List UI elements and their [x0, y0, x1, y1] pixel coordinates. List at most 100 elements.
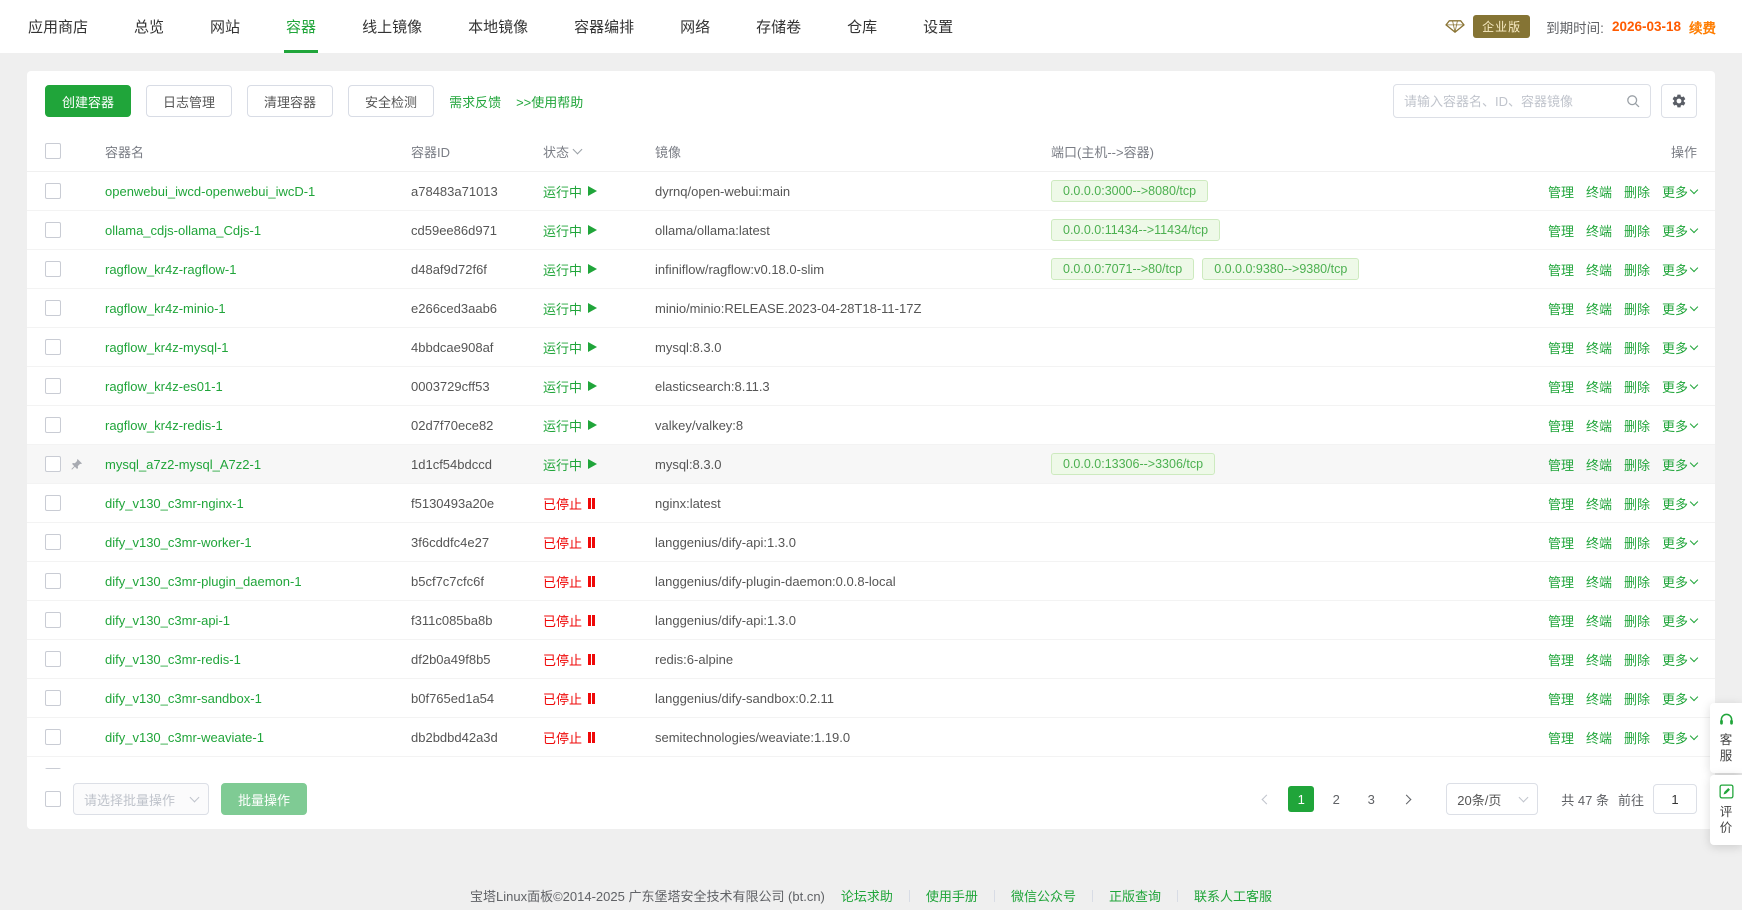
terminal-link[interactable]: 终端	[1586, 416, 1612, 435]
prev-page-button[interactable]	[1253, 786, 1279, 812]
manage-link[interactable]: 管理	[1548, 572, 1574, 591]
search-icon[interactable]	[1616, 85, 1650, 117]
footer-link[interactable]: 正版查询	[1109, 886, 1161, 905]
play-icon[interactable]	[588, 459, 597, 469]
nav-item[interactable]: 线上镜像	[360, 0, 424, 53]
create-container-button[interactable]: 创建容器	[45, 85, 131, 117]
manage-link[interactable]: 管理	[1548, 377, 1574, 396]
table-settings-button[interactable]	[1661, 84, 1697, 118]
page-button[interactable]: 3	[1358, 786, 1384, 812]
delete-link[interactable]: 删除	[1624, 338, 1650, 357]
batch-select-all-checkbox[interactable]	[45, 791, 61, 807]
pause-icon[interactable]	[588, 498, 595, 509]
batch-operation-select[interactable]: 请选择批量操作	[73, 783, 209, 815]
nav-item[interactable]: 容器编排	[572, 0, 636, 53]
page-size-select[interactable]: 20条/页	[1446, 783, 1538, 815]
container-name-link[interactable]: dify_v130_c3mr-sandbox-1	[105, 691, 411, 706]
container-name-link[interactable]: dify_v130_c3mr-api-1	[105, 613, 411, 628]
delete-link[interactable]: 删除	[1624, 221, 1650, 240]
manage-link[interactable]: 管理	[1548, 689, 1574, 708]
row-checkbox[interactable]	[45, 417, 61, 433]
header-status-filter[interactable]: 状态	[543, 142, 581, 161]
clean-container-button[interactable]: 清理容器	[247, 85, 333, 117]
more-link[interactable]: 更多	[1662, 728, 1697, 747]
delete-link[interactable]: 删除	[1624, 689, 1650, 708]
terminal-link[interactable]: 终端	[1586, 260, 1612, 279]
terminal-link[interactable]: 终端	[1586, 728, 1612, 747]
pause-icon[interactable]	[588, 576, 595, 587]
row-checkbox[interactable]	[45, 456, 61, 472]
terminal-link[interactable]: 终端	[1586, 572, 1612, 591]
pause-icon[interactable]	[588, 732, 595, 743]
delete-link[interactable]: 删除	[1624, 611, 1650, 630]
container-name-link[interactable]: dify_v130_c3mr-plugin_daemon-1	[105, 574, 411, 589]
manage-link[interactable]: 管理	[1548, 650, 1574, 669]
more-link[interactable]: 更多	[1662, 221, 1697, 240]
play-icon[interactable]	[588, 342, 597, 352]
terminal-link[interactable]: 终端	[1586, 338, 1612, 357]
more-link[interactable]: 更多	[1662, 611, 1697, 630]
manage-link[interactable]: 管理	[1548, 416, 1574, 435]
nav-item[interactable]: 存储卷	[754, 0, 803, 53]
container-name-link[interactable]: ragflow_kr4z-ragflow-1	[105, 262, 411, 277]
log-management-button[interactable]: 日志管理	[146, 85, 232, 117]
row-checkbox[interactable]	[45, 495, 61, 511]
delete-link[interactable]: 删除	[1624, 650, 1650, 669]
row-checkbox[interactable]	[45, 651, 61, 667]
terminal-link[interactable]: 终端	[1586, 455, 1612, 474]
footer-link[interactable]: 论坛求助	[841, 886, 893, 905]
manage-link[interactable]: 管理	[1548, 221, 1574, 240]
container-name-link[interactable]: mysql_a7z2-mysql_A7z2-1	[105, 457, 411, 472]
delete-link[interactable]: 删除	[1624, 377, 1650, 396]
manage-link[interactable]: 管理	[1548, 494, 1574, 513]
review-widget[interactable]: 评价	[1710, 775, 1742, 845]
play-icon[interactable]	[588, 303, 597, 313]
more-link[interactable]: 更多	[1662, 455, 1697, 474]
row-checkbox[interactable]	[45, 300, 61, 316]
container-name-link[interactable]: ragflow_kr4z-minio-1	[105, 301, 411, 316]
delete-link[interactable]: 删除	[1624, 299, 1650, 318]
more-link[interactable]: 更多	[1662, 650, 1697, 669]
play-icon[interactable]	[588, 186, 597, 196]
customer-service-widget[interactable]: 客服	[1710, 703, 1742, 773]
feedback-link[interactable]: 需求反馈	[449, 92, 501, 111]
container-name-link[interactable]: dify_v130_c3mr-nginx-1	[105, 496, 411, 511]
delete-link[interactable]: 删除	[1624, 728, 1650, 747]
manage-link[interactable]: 管理	[1548, 182, 1574, 201]
more-link[interactable]: 更多	[1662, 299, 1697, 318]
more-link[interactable]: 更多	[1662, 377, 1697, 396]
more-link[interactable]: 更多	[1662, 182, 1697, 201]
batch-operation-button[interactable]: 批量操作	[221, 783, 307, 815]
terminal-link[interactable]: 终端	[1586, 182, 1612, 201]
row-checkbox[interactable]	[45, 573, 61, 589]
more-link[interactable]: 更多	[1662, 533, 1697, 552]
terminal-link[interactable]: 终端	[1586, 299, 1612, 318]
row-checkbox[interactable]	[45, 378, 61, 394]
delete-link[interactable]: 删除	[1624, 416, 1650, 435]
container-name-link[interactable]: dify_v130_c3mr-worker-1	[105, 535, 411, 550]
terminal-link[interactable]: 终端	[1586, 221, 1612, 240]
terminal-link[interactable]: 终端	[1586, 494, 1612, 513]
container-name-link[interactable]: dify_v130_c3mr-weaviate-1	[105, 730, 411, 745]
row-checkbox[interactable]	[45, 534, 61, 550]
more-link[interactable]: 更多	[1662, 416, 1697, 435]
terminal-link[interactable]: 终端	[1586, 611, 1612, 630]
delete-link[interactable]: 删除	[1624, 455, 1650, 474]
page-button[interactable]: 2	[1323, 786, 1349, 812]
page-button[interactable]: 1	[1288, 786, 1314, 812]
terminal-link[interactable]: 终端	[1586, 689, 1612, 708]
pause-icon[interactable]	[588, 693, 595, 704]
delete-link[interactable]: 删除	[1624, 182, 1650, 201]
footer-link[interactable]: 使用手册	[926, 886, 978, 905]
nav-item[interactable]: 网站	[208, 0, 242, 53]
row-checkbox[interactable]	[45, 339, 61, 355]
footer-link[interactable]: 微信公众号	[1011, 886, 1076, 905]
nav-item[interactable]: 总览	[132, 0, 166, 53]
terminal-link[interactable]: 终端	[1586, 650, 1612, 669]
footer-link[interactable]: 联系人工客服	[1194, 886, 1272, 905]
search-input[interactable]	[1394, 94, 1616, 109]
terminal-link[interactable]: 终端	[1586, 533, 1612, 552]
delete-link[interactable]: 删除	[1624, 572, 1650, 591]
help-link[interactable]: >>使用帮助	[516, 92, 583, 111]
manage-link[interactable]: 管理	[1548, 533, 1574, 552]
